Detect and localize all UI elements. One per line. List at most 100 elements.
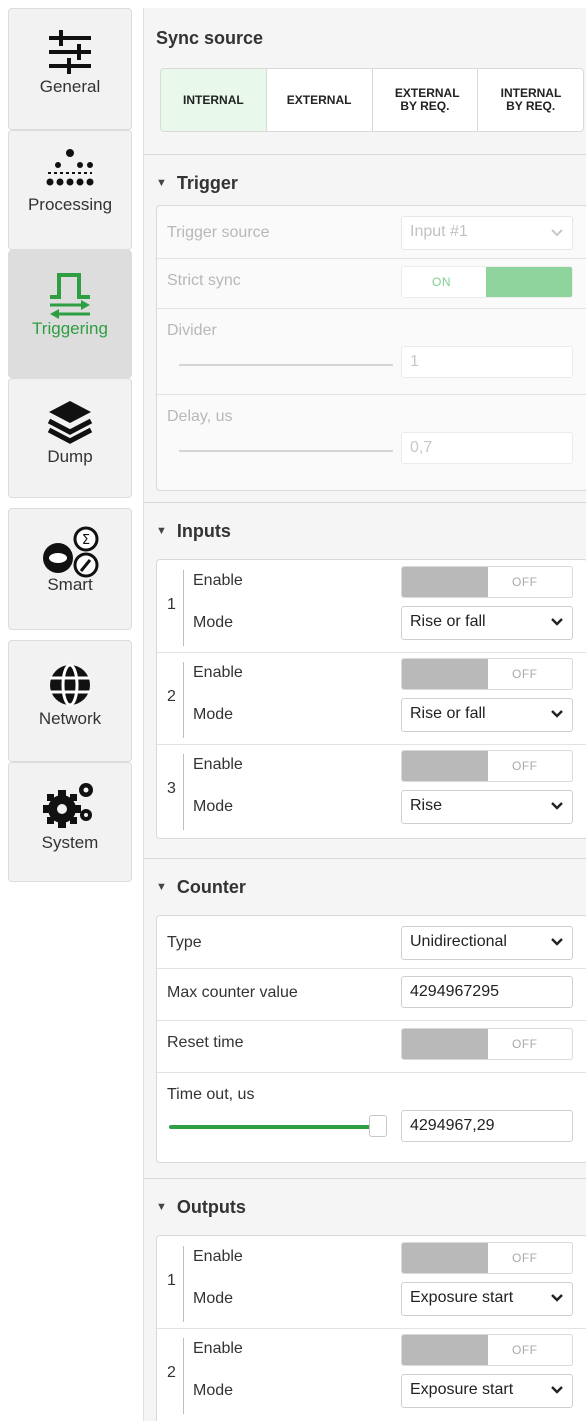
outputs-title[interactable]: ▼ Outputs [156,1197,246,1218]
sidebar-item-general[interactable]: General [8,8,132,130]
chevron-down-icon [551,1294,563,1302]
counter-title-label: Counter [176,877,246,897]
row-divider [157,1328,586,1329]
sidebar-item-triggering[interactable]: Triggering [8,250,132,378]
chevron-down-icon [551,1386,563,1394]
sync-source-section: Sync source INTERNAL EXTERNAL EXTERNAL B… [144,8,586,154]
timeout-label: Time out, us [167,1086,255,1103]
input-enable-value: OFF [512,667,538,681]
input-enable-toggle[interactable]: OFF [401,566,573,598]
counter-type-value: Unidirectional [410,933,507,950]
caret-down-icon: ▼ [156,1201,167,1213]
reset-time-toggle[interactable]: OFF [401,1028,573,1060]
output-enable-toggle[interactable]: OFF [401,1334,573,1366]
input-mode-select[interactable]: Rise or fall [401,606,573,640]
trigger-pulse-icon [50,273,90,319]
row-divider [157,968,586,969]
input-index: 3 [167,780,176,797]
sidebar-item-label: Processing [27,195,113,214]
sidebar-item-dump[interactable]: Dump [8,378,132,498]
group-bar [183,1246,184,1322]
divider-slider[interactable] [179,364,393,366]
sidebar-item-smart[interactable]: Σ Smart [8,508,132,630]
trigger-section: ▼ Trigger Trigger source Input #1 Strict … [144,154,586,502]
output-index: 1 [167,1272,176,1289]
input-mode-label: Mode [193,798,234,815]
sidebar-item-label: Dump [47,447,93,466]
input-enable-label: Enable [193,664,243,681]
trigger-source-select[interactable]: Input #1 [401,216,573,250]
divider-input[interactable]: 1 [401,346,573,378]
sync-external-by-req-button[interactable]: EXTERNAL BY REQ. [373,69,479,131]
sync-internal-by-req-button[interactable]: INTERNAL BY REQ. [478,69,583,131]
counter-type-select[interactable]: Unidirectional [401,926,573,960]
sidebar-item-label: Network [38,709,102,728]
output-mode-select[interactable]: Exposure start [401,1374,573,1408]
input-index: 2 [167,688,176,705]
row-divider [157,744,586,745]
input-enable-toggle[interactable]: OFF [401,750,573,782]
delay-label: Delay, us [167,408,233,425]
sidebar-item-label: Triggering [32,319,108,338]
input-enable-label: Enable [193,572,243,589]
chevron-down-icon [551,802,563,810]
inputs-section: ▼ Inputs 1 Enable OFF Mode Rise or fall 2… [144,502,586,858]
caret-down-icon: ▼ [156,177,167,189]
sync-internal-by-req-label: INTERNAL BY REQ. [500,86,562,113]
inputs-title[interactable]: ▼ Inputs [156,521,231,542]
group-bar [183,1338,184,1414]
settings-panel: Sync source INTERNAL EXTERNAL EXTERNAL B… [143,8,586,1421]
strict-sync-toggle[interactable]: ON [401,266,573,298]
sidebar-item-label: General [39,77,101,96]
output-mode-label: Mode [193,1290,234,1307]
max-counter-label: Max counter value [167,984,298,1001]
row-divider [157,258,586,259]
sync-internal-button[interactable]: INTERNAL [161,69,267,131]
toggle-knob [402,1029,488,1059]
max-counter-input[interactable]: 4294967295 [401,976,573,1008]
trigger-title[interactable]: ▼ Trigger [156,173,238,194]
toggle-knob [486,267,572,297]
caret-down-icon: ▼ [156,881,167,893]
output-enable-toggle[interactable]: OFF [401,1242,573,1274]
timeout-slider-thumb[interactable] [369,1115,387,1137]
sync-source-selector: INTERNAL EXTERNAL EXTERNAL BY REQ. INTER… [160,68,584,132]
delay-slider[interactable] [179,450,393,452]
sidebar-item-system[interactable]: System [8,762,132,882]
outputs-title-label: Outputs [176,1197,246,1217]
row-divider [157,1072,586,1073]
smart-ai-icon: Σ [43,526,99,578]
counter-section: ▼ Counter Type Unidirectional Max counter… [144,858,586,1178]
strict-sync-value: ON [432,275,451,289]
sidebar-item-network[interactable]: Network [8,640,132,762]
input-mode-label: Mode [193,614,234,631]
sidebar-item-processing[interactable]: Processing [8,130,132,250]
caret-down-icon: ▼ [156,525,167,537]
toggle-knob [402,567,488,597]
sliders-icon [49,30,91,74]
group-bar [183,570,184,646]
input-mode-select[interactable]: Rise [401,790,573,824]
input-mode-select[interactable]: Rise or fall [401,698,573,732]
trigger-title-label: Trigger [176,173,238,193]
globe-icon [50,663,90,707]
output-mode-select[interactable]: Exposure start [401,1282,573,1316]
output-mode-label: Mode [193,1382,234,1399]
toggle-knob [402,1243,488,1273]
trigger-source-value: Input #1 [410,223,468,240]
input-enable-label: Enable [193,756,243,773]
chevron-down-icon [551,938,563,946]
output-enable-value: OFF [512,1251,538,1265]
input-enable-toggle[interactable]: OFF [401,658,573,690]
input-mode-value: Rise or fall [410,613,486,630]
delay-input[interactable]: 0,7 [401,432,573,464]
group-bar [183,662,184,738]
input-index: 1 [167,596,176,613]
sync-external-button[interactable]: EXTERNAL [267,69,373,131]
timeout-input[interactable]: 4294967,29 [401,1110,573,1142]
sidebar-item-label: System [41,833,99,852]
strict-sync-label: Strict sync [167,272,241,289]
counter-card: Type Unidirectional Max counter value 42… [156,915,586,1163]
output-mode-value: Exposure start [410,1289,514,1306]
counter-title[interactable]: ▼ Counter [156,877,246,898]
